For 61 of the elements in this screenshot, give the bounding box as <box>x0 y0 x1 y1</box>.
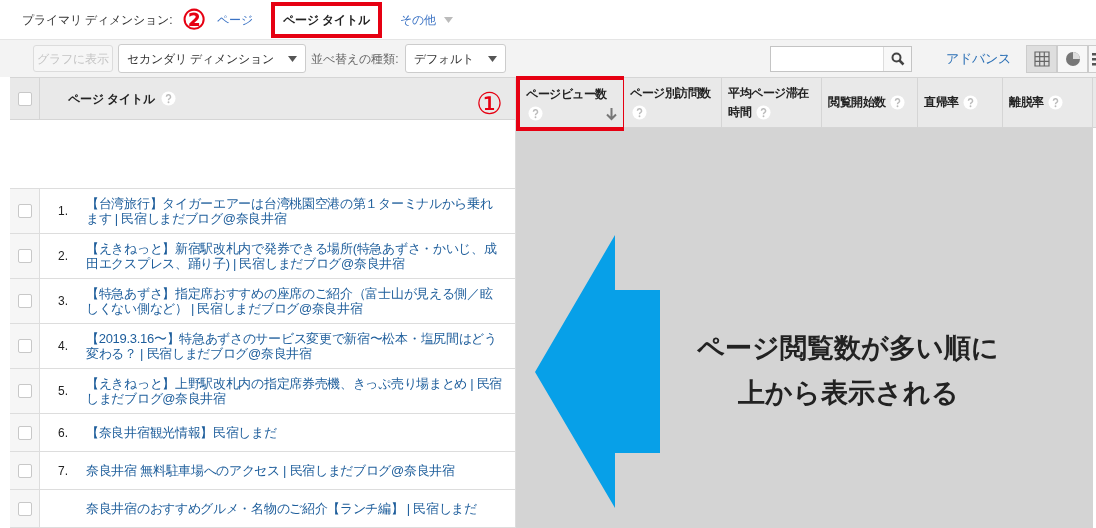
page-title-link[interactable]: 【えきねっと】上野駅改札内の指定席券売機、きっぷ売り場まとめ | 民宿しまだブログ@奈良井宿 <box>86 376 505 406</box>
help-icon <box>890 95 906 111</box>
page-title-link[interactable]: 奈良井宿 無料駐車場へのアクセス | 民宿しまだブログ@奈良井宿 <box>86 463 455 478</box>
dimension-tab[interactable]: ページ <box>212 1 257 38</box>
callout-text: 上から表示される <box>737 377 959 410</box>
help-icon <box>528 105 543 121</box>
page-title-link[interactable]: 奈良井宿のおすすめグルメ・名物のご紹介【ランチ編】 | 民宿しまだ <box>86 501 477 516</box>
annotation-marker: ② <box>182 4 206 36</box>
page-title-link[interactable]: 【2019.3.16〜】特急あずさのサービス変更で新宿〜松本・塩尻間はどう変わる？ | 民宿しまだブログ@奈良井宿 <box>86 331 505 361</box>
page-title-link[interactable]: 【台湾旅行】タイガーエアーは台湾桃園空港の第１ターミナルから乗れます | 民宿しまだブログ@奈良井宿 <box>86 196 505 226</box>
checkbox[interactable] <box>17 91 32 106</box>
sort-label: 並べ替えの種類: <box>311 50 399 68</box>
sort-dropdown[interactable]: デフォルト <box>404 44 506 73</box>
checkbox[interactable] <box>17 249 32 263</box>
annotation-marker: ① <box>476 87 503 121</box>
page-title-link[interactable]: 【えきねっと】新宿駅改札内で発券できる場所(特急あずさ・かいじ、成田エクスプレス、踊り子) | 民宿しまだブログ@奈良井宿 <box>86 241 505 271</box>
dimension-label: プライマリ ディメンション: <box>22 11 173 29</box>
help-icon <box>963 95 979 111</box>
checkbox[interactable] <box>17 463 32 478</box>
dimension-dropdown[interactable]: セカンダリ ディメンション <box>118 44 307 73</box>
checkbox[interactable] <box>17 501 32 516</box>
grid-icon <box>1033 50 1050 67</box>
view-toggle[interactable] <box>1057 44 1088 73</box>
column-header[interactable]: 離脱率 <box>1003 78 1093 127</box>
column-header[interactable]: ページ タイトル <box>40 78 177 120</box>
view-toggle[interactable] <box>1026 44 1057 73</box>
row-number: 7. <box>58 462 68 480</box>
help-icon <box>1048 95 1064 111</box>
sort-arrow-icon <box>606 108 617 121</box>
checkbox[interactable] <box>17 339 32 353</box>
column-header[interactable]: 直帰率 <box>918 78 1003 127</box>
row-number: 1. <box>58 203 68 220</box>
caret-icon <box>444 16 453 23</box>
callout-text: ページ閲覧数が多い順に <box>697 332 999 365</box>
search-icon <box>890 51 905 66</box>
help-icon <box>161 91 177 107</box>
row-number: 4. <box>58 338 68 355</box>
column-header[interactable]: 平均ページ滞在時間 <box>722 78 822 127</box>
search-field[interactable] <box>770 45 912 72</box>
checkbox[interactable] <box>17 294 32 308</box>
checkbox[interactable] <box>17 384 32 398</box>
help-icon <box>755 104 771 120</box>
page-title-link[interactable]: 【特急あずさ】指定席おすすめの座席のご紹介（富士山が見える側／眩しくない側など） | 民宿しまだブログ@奈良井宿 <box>86 286 505 316</box>
row-number: 6. <box>58 424 68 442</box>
pie-chart-icon <box>1064 50 1081 67</box>
column-header[interactable]: 閲覧開始数 <box>822 78 918 127</box>
advanced-link[interactable]: アドバンス <box>946 48 1011 69</box>
checkbox[interactable] <box>17 204 32 218</box>
checkbox[interactable] <box>17 425 32 440</box>
row-number: 3. <box>58 293 68 310</box>
more-menu[interactable]: その他 <box>396 1 457 38</box>
list-icon <box>1092 50 1096 67</box>
view-toggle[interactable] <box>1088 44 1096 73</box>
caret-icon <box>487 55 497 62</box>
row-number: 5. <box>58 383 68 400</box>
row-number: 2. <box>58 248 68 265</box>
dimension-tab[interactable]: ページ タイトル <box>270 1 382 38</box>
column-header[interactable]: ページ別訪問数 <box>624 78 722 127</box>
help-icon <box>632 104 647 120</box>
page-title-link[interactable]: 【奈良井宿観光情報】民宿しまだ <box>86 425 277 440</box>
caret-icon <box>288 55 298 62</box>
